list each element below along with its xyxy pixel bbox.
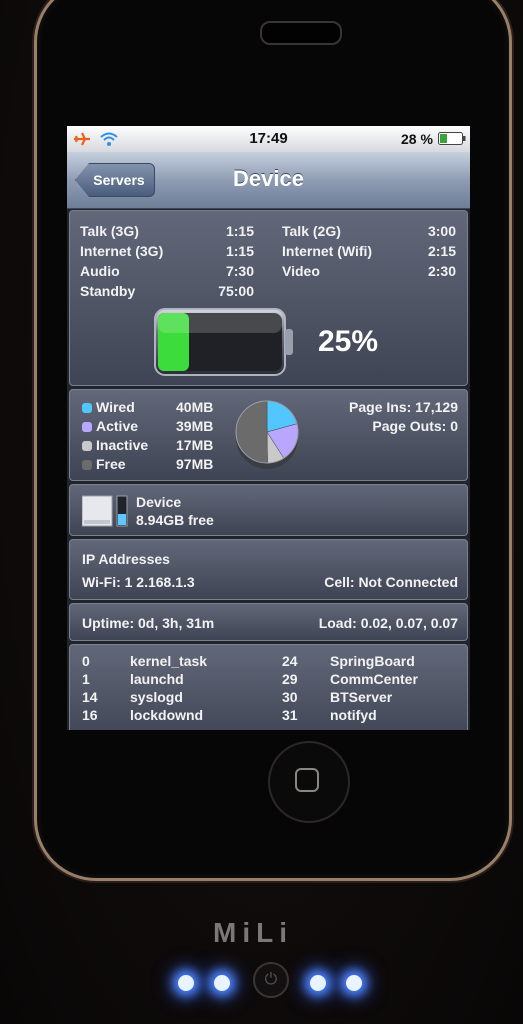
active-legend-icon: [82, 422, 92, 432]
ip-heading: IP Addresses: [82, 551, 170, 567]
uptime-text: Uptime: 0d, 3h, 31m: [82, 615, 215, 631]
process-name: CommCenter: [330, 671, 418, 687]
process-list-panel: 0 kernel_task 1 launchd 14 syslogd 16 lo…: [69, 644, 468, 730]
process-pid: 24: [282, 653, 298, 669]
storage-device-name: Device: [136, 494, 182, 510]
inactive-value: 17MB: [176, 437, 214, 453]
navigation-bar: Servers Device: [67, 152, 470, 209]
internet-wifi-value: 2:15: [427, 243, 456, 259]
battery-level-graphic: [154, 308, 293, 376]
process-pid: 16: [82, 707, 98, 723]
free-value: 97MB: [176, 456, 214, 472]
storage-panel: Device 8.94GB free: [69, 484, 468, 536]
memory-inactive-row: Inactive: [82, 437, 148, 453]
internet-3g-value: 1:15: [225, 243, 254, 259]
storage-free-text: 8.94GB free: [136, 512, 214, 528]
uptime-panel: Uptime: 0d, 3h, 31m Load: 0.02, 0.07, 0.…: [69, 603, 468, 641]
battery-percent-text: 28 %: [401, 131, 433, 147]
case-power-button[interactable]: ⏻: [253, 962, 289, 998]
process-name: lockdownd: [130, 707, 204, 723]
free-legend-icon: [82, 460, 92, 470]
talk-3g-value: 1:15: [225, 223, 254, 239]
process-name: BTServer: [330, 689, 393, 705]
process-name: syslogd: [130, 689, 183, 705]
standby-label: Standby: [80, 283, 136, 299]
wired-label: Wired: [96, 399, 135, 415]
free-label: Free: [96, 456, 126, 472]
earpiece-speaker: [260, 21, 342, 45]
process-pid: 29: [282, 671, 298, 687]
talk-3g-label: Talk (3G): [80, 223, 139, 239]
wifi-ip-text: Wi-Fi: 1 2.168.1.3: [82, 574, 195, 590]
page-outs-text: Page Outs: 0: [372, 418, 458, 434]
storage-drive-icon: [82, 495, 128, 527]
battery-level-text: 25%: [318, 325, 379, 358]
load-text: Load: 0.02, 0.07, 0.07: [318, 615, 458, 631]
page-title: Device: [233, 166, 304, 191]
inactive-legend-icon: [82, 441, 92, 451]
process-pid: 31: [282, 707, 298, 723]
video-value: 2:30: [427, 263, 456, 279]
talk-2g-label: Talk (2G): [282, 223, 341, 239]
process-pid: 0: [82, 653, 90, 669]
process-name: notifyd: [330, 707, 377, 723]
charge-led: [214, 975, 230, 991]
internet-3g-label: Internet (3G): [80, 243, 164, 259]
standby-value: 75:00: [218, 283, 254, 299]
active-value: 39MB: [176, 418, 214, 434]
battery-icon: [438, 132, 466, 145]
inactive-label: Inactive: [96, 437, 149, 453]
battery-panel: Talk (3G) 1:15 Internet (3G) 1:15 Audio …: [69, 210, 468, 386]
process-pid: 14: [82, 689, 98, 705]
charge-led: [310, 975, 326, 991]
process-pid: 30: [282, 689, 298, 705]
process-name: kernel_task: [130, 653, 208, 669]
video-label: Video: [282, 263, 320, 279]
phone-screen: 17:49 28 % Servers Device Talk (3G) 1:15…: [67, 126, 470, 730]
power-icon: ⏻: [264, 971, 278, 988]
charge-led: [346, 975, 362, 991]
home-square-icon: [295, 768, 319, 792]
active-label: Active: [96, 418, 139, 434]
status-bar: 17:49 28 %: [67, 126, 470, 152]
page-ins-text: Page Ins: 17,129: [349, 399, 458, 415]
wired-value: 40MB: [176, 399, 214, 415]
ip-panel: IP Addresses Wi-Fi: 1 2.168.1.3 Cell: No…: [69, 539, 468, 600]
cell-status-text: Cell: Not Connected: [324, 574, 458, 590]
talk-2g-value: 3:00: [427, 223, 456, 239]
charge-led: [178, 975, 194, 991]
process-name: SpringBoard: [330, 653, 415, 669]
memory-free-row: Free: [82, 456, 126, 472]
memory-wired-row: Wired: [82, 399, 135, 415]
home-button[interactable]: [268, 741, 350, 823]
audio-label: Audio: [80, 263, 120, 279]
case-brand-logo: MiLi: [213, 917, 293, 948]
memory-panel: Wired 40MB Active 39MB Inactive 17MB Fre…: [69, 389, 468, 481]
audio-value: 7:30: [225, 263, 254, 279]
memory-active-row: Active: [82, 418, 138, 434]
internet-wifi-label: Internet (Wifi): [282, 243, 373, 259]
wired-legend-icon: [82, 403, 92, 413]
process-name: launchd: [130, 671, 184, 687]
process-pid: 1: [82, 671, 90, 687]
memory-pie-chart: [235, 400, 299, 469]
